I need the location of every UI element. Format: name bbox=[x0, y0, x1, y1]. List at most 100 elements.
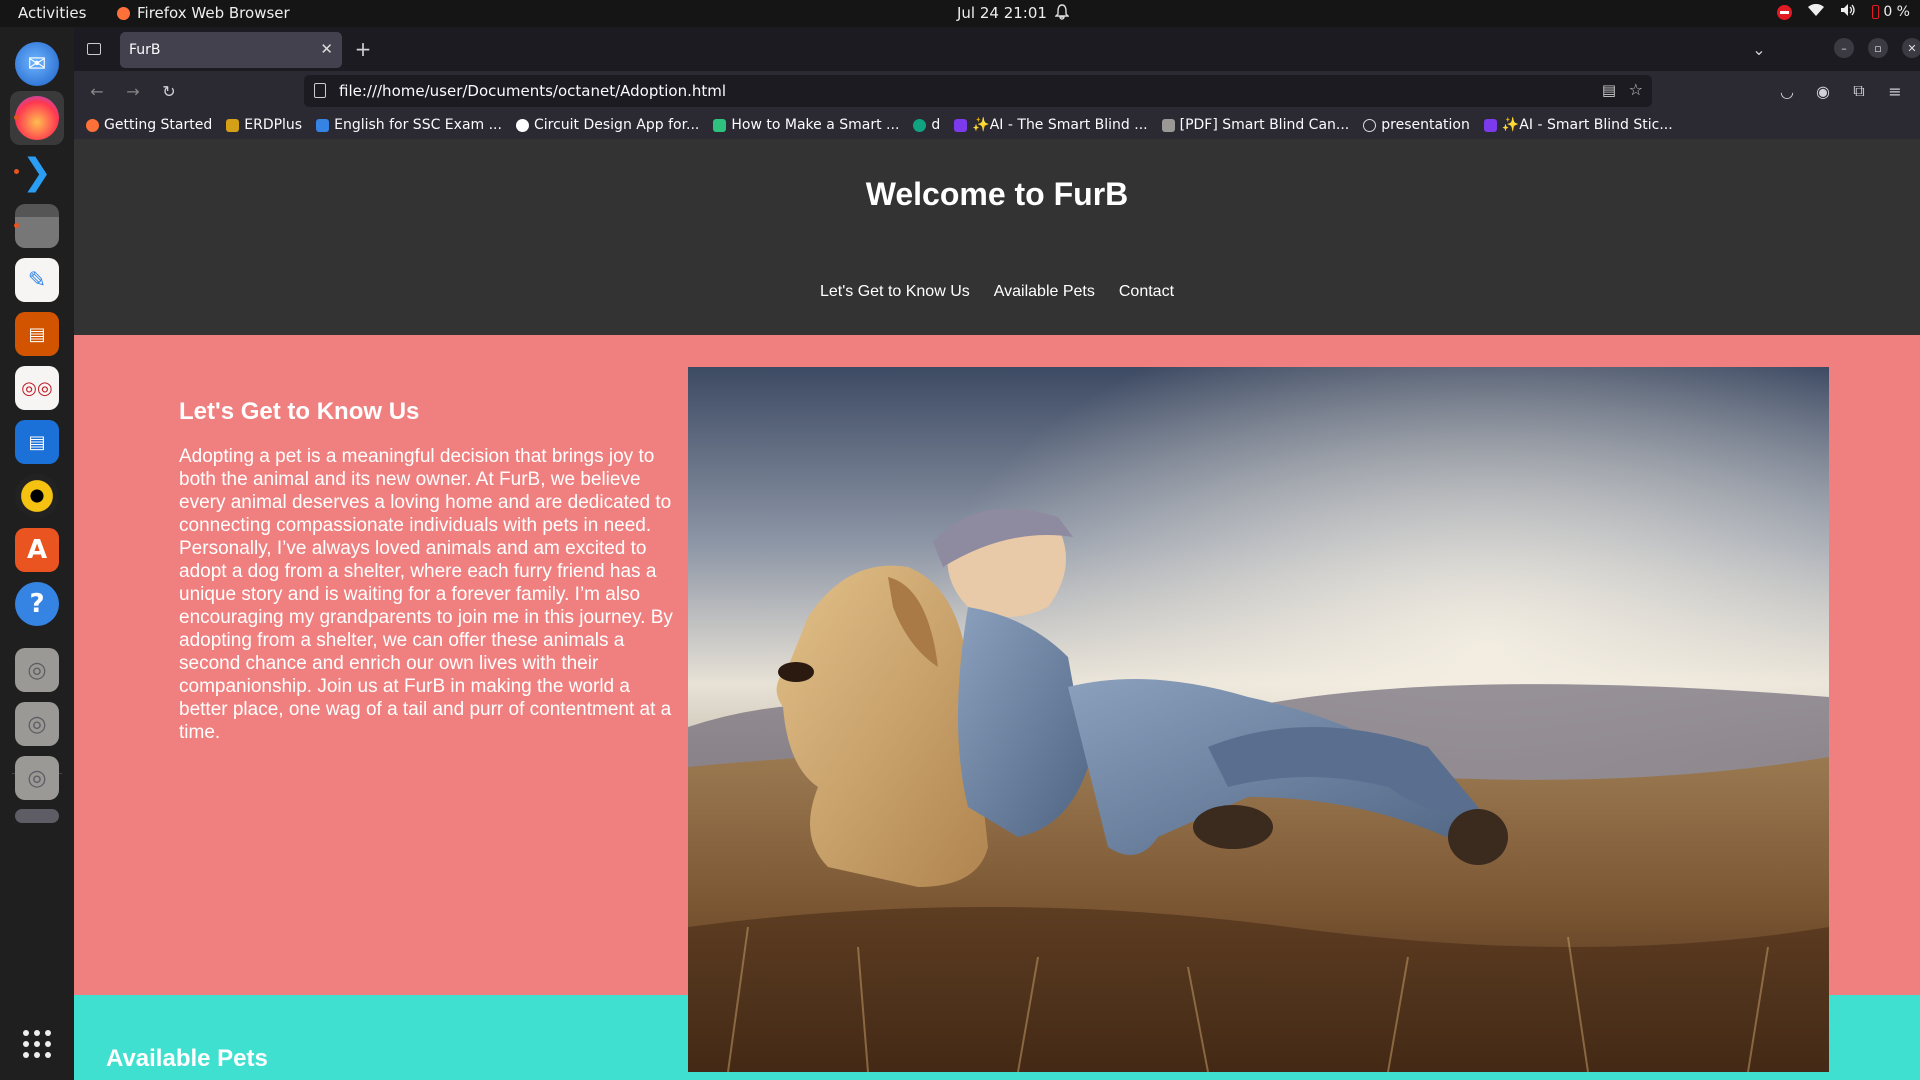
dock-disc-2[interactable]: ◎ bbox=[10, 697, 64, 751]
bookmark-item[interactable]: Getting Started bbox=[86, 117, 212, 133]
running-indicator bbox=[14, 223, 19, 228]
ai-favicon-icon bbox=[1483, 118, 1497, 132]
dock-text-editor[interactable]: ✎ bbox=[10, 253, 64, 307]
restore-icon: ▫ bbox=[1874, 41, 1882, 55]
dock-app-center[interactable]: A bbox=[10, 523, 64, 577]
about-text: Adopting a pet is a meaningful decision … bbox=[179, 446, 673, 743]
dock: ✉ ❯ ✎ ▤ ◎◎ ▤ A ? ◎ ◎ ◎ bbox=[0, 27, 74, 1080]
app-menu[interactable]: Firefox Web Browser bbox=[117, 4, 290, 22]
wifi-icon bbox=[1808, 3, 1825, 21]
url-bar[interactable]: file:///home/user/Documents/octanet/Adop… bbox=[304, 75, 1652, 107]
pocket-button[interactable]: ◡ bbox=[1774, 78, 1800, 104]
plus-icon: + bbox=[354, 37, 372, 61]
dock-firefox[interactable] bbox=[10, 91, 64, 145]
show-apps-icon bbox=[23, 1030, 51, 1058]
dock-thunderbird[interactable]: ✉ bbox=[10, 37, 64, 91]
vscode-icon: ❯ bbox=[15, 150, 59, 194]
thunderbird-icon: ✉ bbox=[15, 42, 59, 86]
dock-help[interactable]: ? bbox=[10, 577, 64, 631]
firefox-icon bbox=[15, 96, 59, 140]
firefox-small-icon bbox=[117, 6, 130, 20]
bookmark-star-icon[interactable]: ☆ bbox=[1629, 80, 1643, 99]
nav-link-available-pets[interactable]: Available Pets bbox=[994, 283, 1095, 301]
back-button[interactable]: ← bbox=[84, 78, 110, 104]
site-favicon-icon bbox=[316, 118, 330, 132]
bookmarks-toolbar: Getting Started ERDPlus English for SSC … bbox=[74, 111, 1920, 139]
dock-drive[interactable] bbox=[10, 803, 64, 829]
battery-level: 0 % bbox=[1883, 4, 1910, 20]
erdplus-favicon-icon bbox=[226, 118, 240, 132]
close-tab-icon[interactable]: ✕ bbox=[320, 40, 333, 58]
bookmark-item[interactable]: English for SSC Exam ... bbox=[316, 117, 502, 133]
account-button[interactable]: ◉ bbox=[1810, 78, 1836, 104]
hero-photo bbox=[688, 367, 1829, 1072]
hero-image-boy-with-dog bbox=[688, 367, 1829, 1072]
restore-button[interactable]: ▫ bbox=[1868, 38, 1888, 58]
about-heading: Let's Get to Know Us bbox=[179, 398, 420, 425]
do-not-disturb-icon bbox=[1777, 4, 1793, 20]
bookmark-item[interactable]: ERDPlus bbox=[226, 117, 302, 133]
tab-furb[interactable]: FurB ✕ bbox=[120, 32, 342, 68]
running-indicator bbox=[14, 169, 19, 174]
globe-icon bbox=[1363, 118, 1377, 132]
dock-writer[interactable]: ▤ bbox=[10, 415, 64, 469]
chatgpt-favicon-icon bbox=[913, 118, 927, 132]
app-center-icon: A bbox=[15, 528, 59, 572]
bookmark-item[interactable]: [PDF] Smart Blind Can... bbox=[1161, 117, 1349, 133]
clock[interactable]: Jul 24 21:01 bbox=[957, 4, 1047, 22]
activities-button[interactable]: Activities bbox=[18, 4, 86, 22]
firefox-favicon-icon bbox=[86, 118, 99, 132]
dock-files[interactable] bbox=[10, 199, 64, 253]
dock-vscode[interactable]: ❯ bbox=[10, 145, 64, 199]
minimize-button[interactable]: – bbox=[1834, 38, 1854, 58]
impress-icon: ▤ bbox=[15, 312, 59, 356]
page-icon bbox=[314, 83, 326, 98]
extensions-button[interactable]: ⧉ bbox=[1846, 78, 1872, 104]
close-icon: ✕ bbox=[1907, 41, 1917, 55]
navigation-toolbar: ← → ↻ file:///home/user/Documents/octane… bbox=[74, 71, 1920, 111]
show-apps-button[interactable] bbox=[10, 1017, 64, 1071]
bookmark-item[interactable]: d bbox=[913, 117, 940, 133]
drive-icon bbox=[15, 809, 59, 823]
dock-disc-1[interactable]: ◎ bbox=[10, 643, 64, 697]
text-editor-icon: ✎ bbox=[15, 258, 59, 302]
bookmark-item[interactable]: How to Make a Smart ... bbox=[713, 117, 899, 133]
bookmark-item[interactable]: ✨AI - Smart Blind Stic... bbox=[1483, 117, 1673, 133]
volume-icon bbox=[1840, 3, 1856, 21]
forward-arrow-icon: → bbox=[126, 81, 140, 101]
new-tab-button[interactable]: + bbox=[350, 36, 376, 62]
system-tray[interactable]: 0 % bbox=[1777, 3, 1910, 21]
disc-drive-icon: ◎ bbox=[15, 756, 59, 800]
firefox-view-button[interactable] bbox=[81, 36, 107, 62]
ai-favicon-icon bbox=[954, 118, 968, 132]
page-viewport: Welcome to FurB Let's Get to Know Us Ava… bbox=[74, 139, 1920, 1080]
list-all-tabs-button[interactable]: ⌄ bbox=[1746, 36, 1772, 62]
nav-link-contact[interactable]: Contact bbox=[1119, 283, 1174, 301]
close-window-button[interactable]: ✕ bbox=[1902, 38, 1920, 58]
dock-rhythmbox[interactable] bbox=[10, 469, 64, 523]
reload-button[interactable]: ↻ bbox=[156, 78, 182, 104]
available-pets-heading: Available Pets bbox=[106, 1045, 268, 1072]
menu-button[interactable]: ≡ bbox=[1882, 78, 1908, 104]
dock-document-viewer[interactable]: ◎◎ bbox=[10, 361, 64, 415]
bookmark-item[interactable]: presentation bbox=[1363, 117, 1470, 133]
disc-drive-icon: ◎ bbox=[15, 648, 59, 692]
url-text[interactable]: file:///home/user/Documents/octanet/Adop… bbox=[339, 82, 726, 100]
files-icon bbox=[15, 204, 59, 248]
minimize-icon: – bbox=[1841, 41, 1847, 55]
hamburger-menu-icon: ≡ bbox=[1888, 81, 1902, 101]
dock-disc-3[interactable]: ◎ bbox=[10, 751, 64, 805]
forward-button[interactable]: → bbox=[120, 78, 146, 104]
nav-link-about[interactable]: Let's Get to Know Us bbox=[820, 283, 970, 301]
puzzle-icon: ⧉ bbox=[1853, 81, 1865, 100]
site-title: Welcome to FurB bbox=[865, 176, 1129, 212]
bookmark-item[interactable]: ✨AI - The Smart Blind ... bbox=[954, 117, 1148, 133]
reader-view-icon[interactable]: ▤ bbox=[1602, 81, 1616, 99]
bookmark-item[interactable]: Circuit Design App for... bbox=[515, 117, 699, 133]
writer-icon: ▤ bbox=[15, 420, 59, 464]
running-indicator bbox=[14, 115, 19, 120]
dock-impress[interactable]: ▤ bbox=[10, 307, 64, 361]
circuit-favicon-icon bbox=[515, 118, 529, 132]
disc-drive-icon: ◎ bbox=[15, 702, 59, 746]
pocket-icon: ◡ bbox=[1780, 81, 1794, 101]
